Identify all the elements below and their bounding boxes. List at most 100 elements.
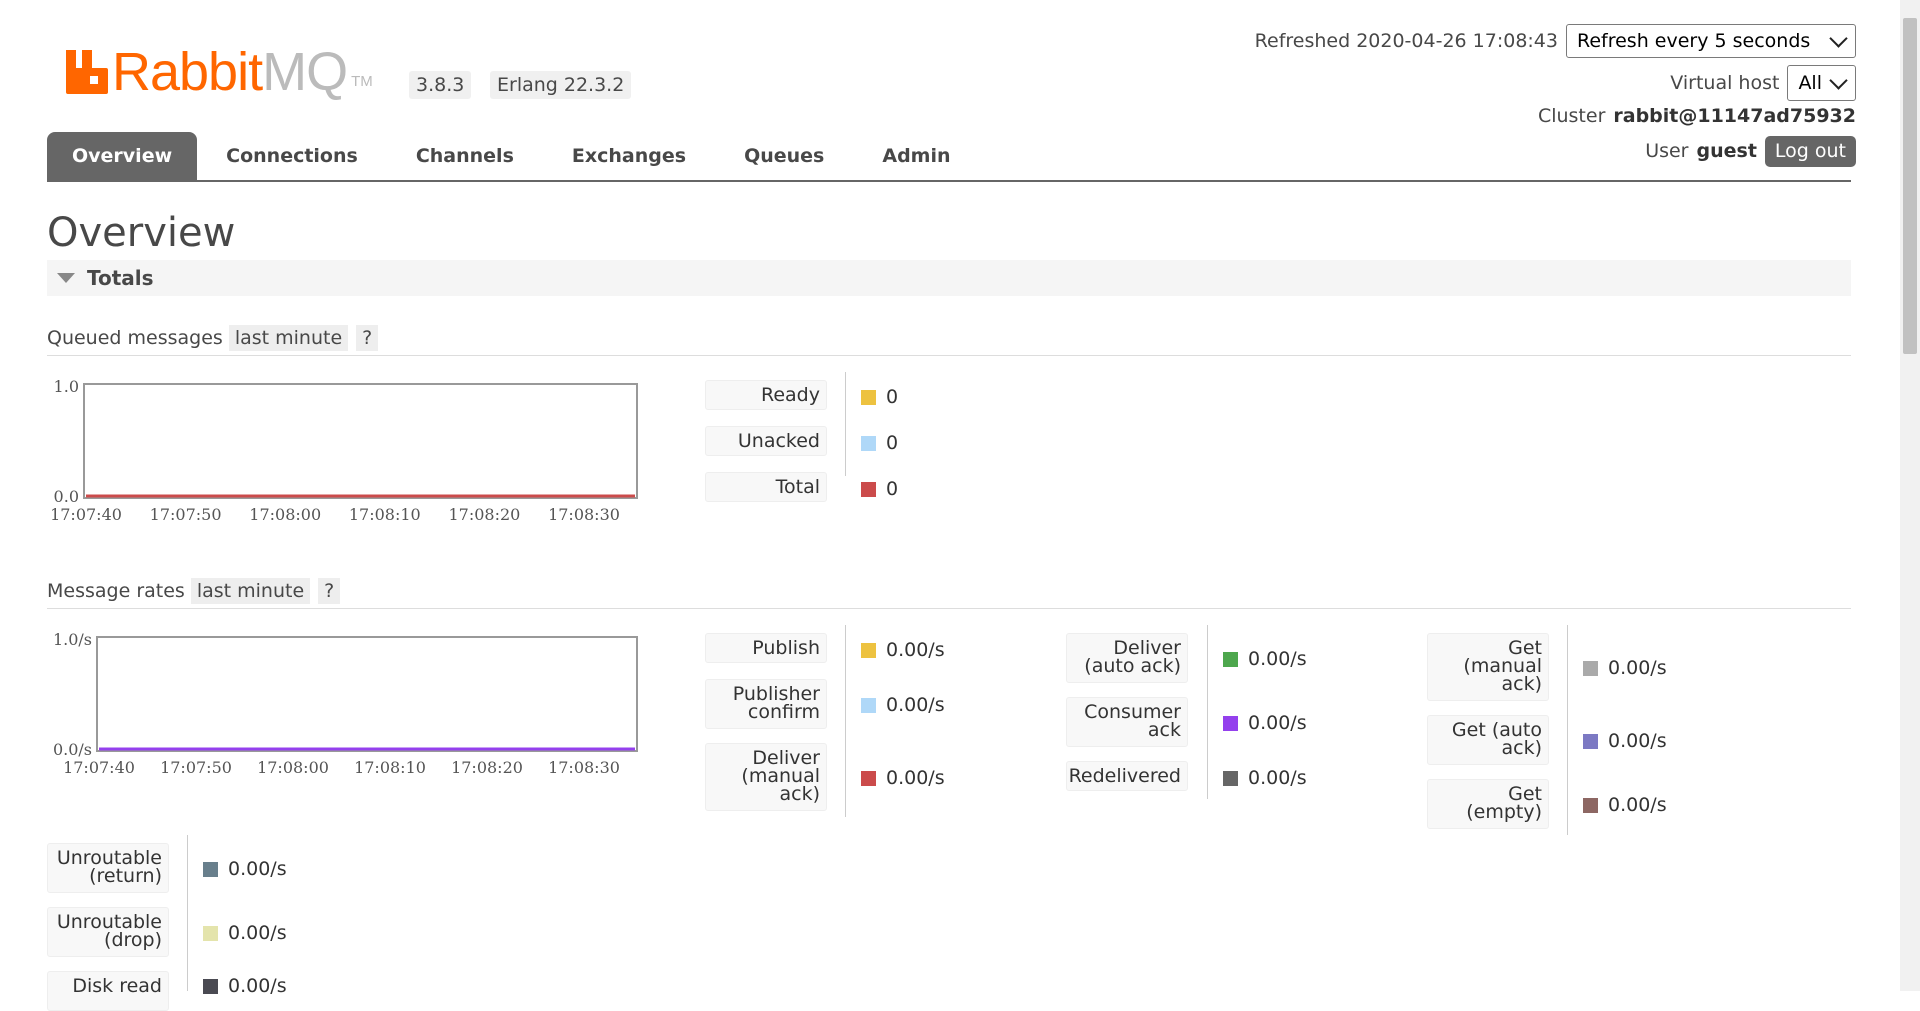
tab-admin[interactable]: Admin [853,132,979,180]
legend-value-total: 0 [861,478,898,500]
queued-range-button[interactable]: last minute [228,325,349,351]
y-tick-label: 1.0/s [53,630,92,649]
y-tick-label: 0.0/s [53,740,92,759]
deliver-auto-ack-swatch [1223,651,1238,667]
legend-value-get-auto-ack: 0.00/s [1583,730,1667,752]
plot-area [83,383,638,499]
ready-swatch [861,389,876,405]
tab-overview[interactable]: Overview [47,132,198,180]
main-nav-tabs: Overview Connections Channels Exchanges … [47,132,1851,182]
legend-label-unroutable-drop[interactable]: Unroutable (drop) [47,907,169,957]
legend-label-disk-read[interactable]: Disk read [47,971,169,1011]
legend-value-redelivered: 0.00/s [1223,767,1307,789]
x-tick-label: 17:07:50 [150,505,222,524]
y-tick-label: 1.0 [54,377,79,396]
brand-trademark: TM [351,73,373,90]
chevron-down-icon [1829,70,1848,90]
legend-label-get-empty[interactable]: Get (empty) [1427,779,1549,829]
get-auto-ack-swatch [1583,733,1598,749]
x-tick-label: 17:08:30 [548,505,620,524]
legend-label-get-auto-ack[interactable]: Get (auto ack) [1427,715,1549,765]
total-value: 0 [886,478,899,500]
unroutable-drop-swatch [203,925,218,941]
legend-divider [845,372,846,476]
refreshed-timestamp: Refreshed 2020-04-26 17:08:43 [1254,30,1558,52]
message-rates-chart-svg: 1.0/s 0.0/s17:07:40 17:07:50 17:08:00 17:08:… [53,630,638,777]
legend-value-consumer-ack: 0.00/s [1223,712,1307,734]
legend-label-publish[interactable]: Publish [705,633,827,663]
legend-label-deliver-auto-ack[interactable]: Deliver (auto ack) [1066,633,1188,683]
virtual-host-label: Virtual host [1670,72,1780,94]
consumer-ack-swatch [1223,715,1238,731]
legend-label-get-manual-ack[interactable]: Get (manual ack) [1427,633,1549,701]
refresh-interval-select[interactable]: Refresh every 5 seconds [1566,24,1856,58]
message-rates-chart: 1.0/s 0.0/s 17:07:40 17:07:50 17:08:00 17:08:… [47,629,647,789]
scrollbar-thumb[interactable] [1903,18,1917,354]
total-swatch [861,481,876,497]
plot-area [96,636,638,752]
legend-divider [1207,625,1208,799]
version-badge: 3.8.3 [409,71,472,99]
legend-label-unacked[interactable]: Unacked [705,426,827,456]
x-tick-label: 17:08:30 [548,758,620,777]
x-tick-label: 17:07:50 [160,758,232,777]
legend-value-unroutable-return: 0.00/s [203,858,287,880]
legend-value-deliver-manual-ack: 0.00/s [861,767,945,789]
x-tick-label: 17:08:10 [354,758,426,777]
refresh-interval-value: Refresh every 5 seconds [1577,30,1811,52]
deliver-manual-ack-value: 0.00/s [886,767,945,789]
x-tick-label: 17:08:20 [451,758,523,777]
unroutable-return-swatch [203,861,218,877]
collapse-triangle-icon [57,273,75,283]
unacked-value: 0 [886,432,899,454]
get-empty-value: 0.00/s [1608,794,1667,816]
tab-connections[interactable]: Connections [197,132,387,180]
totals-section-toggle[interactable]: Totals [47,260,1851,296]
tab-exchanges[interactable]: Exchanges [543,132,715,180]
x-tick-label: 17:07:40 [50,505,122,524]
legend-divider [1567,625,1568,835]
brand-rabbit: Rabbit [112,42,263,102]
legend-value-deliver-auto-ack: 0.00/s [1223,648,1307,670]
legend-label-redelivered[interactable]: Redelivered [1066,761,1188,791]
legend-value-unroutable-drop: 0.00/s [203,922,287,944]
queued-messages-chart-svg: 1.0 0.017:07:40 17:07:50 17:08:00 17:08:10 17… [50,377,638,524]
legend-value-ready: 0 [861,386,898,408]
legend-label-ready[interactable]: Ready [705,380,827,410]
get-auto-ack-value: 0.00/s [1608,730,1667,752]
legend-label-publisher-confirm[interactable]: Publisher confirm [705,679,827,729]
tab-channels[interactable]: Channels [387,132,543,180]
publish-swatch [861,642,876,658]
deliver-manual-ack-swatch [861,770,876,786]
legend-value-get-manual-ack: 0.00/s [1583,657,1667,679]
get-manual-ack-value: 0.00/s [1608,657,1667,679]
x-tick-label: 17:07:40 [63,758,135,777]
rabbitmq-logo[interactable]: Rabbit MQ TM [64,42,373,102]
legend-value-unacked: 0 [861,432,898,454]
message-rates-header: Message rates last minute ? [47,574,1851,609]
section-title: Totals [87,266,154,290]
y-tick-label: 0.0 [54,487,79,506]
chevron-down-icon [1829,28,1848,48]
legend-value-get-empty: 0.00/s [1583,794,1667,816]
page-scrollbar[interactable] [1900,0,1920,991]
legend-label-deliver-manual-ack[interactable]: Deliver (manual ack) [705,743,827,811]
queued-help-button[interactable]: ? [356,325,379,351]
x-tick-label: 17:08:00 [249,505,321,524]
rates-help-button[interactable]: ? [318,578,341,604]
deliver-auto-ack-value: 0.00/s [1248,648,1307,670]
x-tick-label: 17:08:10 [349,505,421,524]
legend-label-unroutable-return[interactable]: Unroutable (return) [47,843,169,893]
tab-queues[interactable]: Queues [715,132,853,180]
disk-read-swatch [203,978,218,994]
virtual-host-select[interactable]: All [1787,65,1856,101]
rates-range-button[interactable]: last minute [190,578,311,604]
disk-read-value: 0.00/s [228,975,287,997]
get-empty-swatch [1583,797,1598,813]
message-rates-title: Message rates [47,580,185,602]
legend-label-total[interactable]: Total [705,472,827,502]
unroutable-return-value: 0.00/s [228,858,287,880]
legend-label-consumer-ack[interactable]: Consumer ack [1066,697,1188,747]
unroutable-drop-value: 0.00/s [228,922,287,944]
x-tick-label: 17:08:00 [257,758,329,777]
